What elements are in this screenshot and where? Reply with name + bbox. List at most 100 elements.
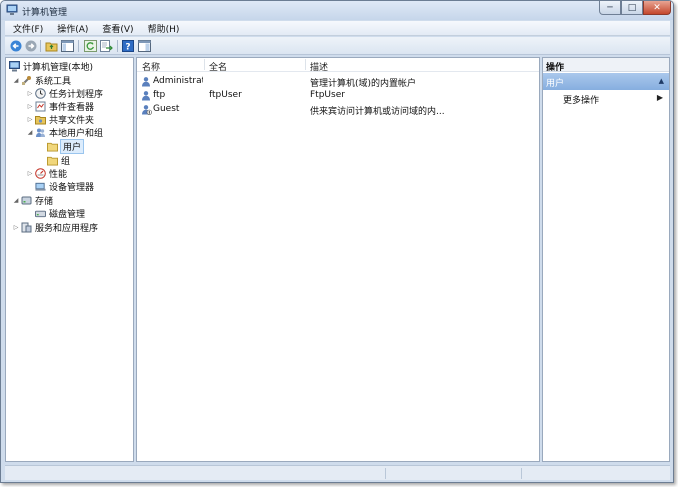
export-icon[interactable] xyxy=(99,39,113,53)
toolbar-separator xyxy=(117,40,118,52)
disk-icon xyxy=(35,208,46,219)
maximize-button[interactable]: □ xyxy=(621,1,643,15)
shared-folder-icon xyxy=(35,114,46,125)
up-folder-icon[interactable] xyxy=(44,39,58,53)
expand-arrow-icon[interactable]: ◢ xyxy=(12,77,20,84)
actions-title: 操作 xyxy=(543,58,669,73)
tree-label: 任务计划程序 xyxy=(49,90,104,100)
status-bar-divider xyxy=(521,468,522,479)
collapse-arrow-icon[interactable]: ▷ xyxy=(26,90,34,97)
menu-bar: 文件(F) 操作(A) 查看(V) 帮助(H) xyxy=(5,21,670,36)
tree-item-shared-folders[interactable]: ▷ 共享文件夹 xyxy=(26,113,94,126)
tree-label: 计算机管理(本地) xyxy=(23,63,94,73)
menu-file[interactable]: 文件(F) xyxy=(7,22,49,35)
user-icon xyxy=(141,76,152,90)
computer-management-icon xyxy=(6,4,18,16)
tree-label: 服务和应用程序 xyxy=(35,224,99,234)
tree-label: 事件查看器 xyxy=(49,103,95,113)
tree-item-services-apps[interactable]: ▷ 服务和应用程序 xyxy=(12,221,98,234)
user-description: 供来宾访问计算机或访问域的内... xyxy=(310,107,445,117)
tree-item-event-viewer[interactable]: ▷ 事件查看器 xyxy=(26,100,94,113)
column-divider[interactable] xyxy=(305,59,306,70)
collapse-arrow-icon[interactable]: ▷ xyxy=(12,224,20,231)
tree-label: 组 xyxy=(61,157,71,167)
folder-icon xyxy=(47,155,58,166)
user-description: FtpUser xyxy=(310,90,345,100)
console-tree-pane[interactable]: 计算机管理(本地) ◢ 系统工具 ▷ 任务计划程序 ▷ 事件查看器 ▷ 共享文件… xyxy=(5,57,134,462)
tree-label: 共享文件夹 xyxy=(49,116,95,126)
minimize-button[interactable]: ─ xyxy=(599,1,621,15)
toolbar: ? xyxy=(5,37,670,55)
device-manager-icon xyxy=(35,181,46,192)
expand-arrow-icon[interactable]: ◢ xyxy=(12,197,20,204)
menu-help[interactable]: 帮助(H) xyxy=(142,22,186,35)
user-name: ftp xyxy=(153,90,166,100)
tree-item-storage[interactable]: ◢ 存储 xyxy=(12,194,53,207)
menu-view[interactable]: 查看(V) xyxy=(96,22,139,35)
close-button[interactable]: ✕ xyxy=(643,1,671,15)
event-log-icon xyxy=(35,101,46,112)
more-actions-item[interactable]: 更多操作 ▶ xyxy=(563,93,663,106)
list-item[interactable]: Administrat... 管理计算机(域)的内置帐户 xyxy=(137,75,539,90)
user-name: Guest xyxy=(153,104,180,114)
column-header-description[interactable]: 描述 xyxy=(310,60,328,73)
status-bar xyxy=(5,465,670,480)
tree-item-task-scheduler[interactable]: ▷ 任务计划程序 xyxy=(26,87,103,100)
clock-icon xyxy=(35,88,46,99)
tree-item-users[interactable]: 用户 xyxy=(46,139,85,154)
tree-label: 系统工具 xyxy=(35,77,72,87)
user-icon xyxy=(141,90,152,104)
submenu-arrow-icon: ▶ xyxy=(656,93,663,102)
column-header-name[interactable]: 名称 xyxy=(142,60,160,73)
help-icon[interactable]: ? xyxy=(121,39,135,53)
window-title: 计算机管理 xyxy=(22,8,68,18)
title-bar[interactable]: 计算机管理 ─ □ ✕ xyxy=(1,1,673,20)
tree-label: 设备管理器 xyxy=(49,183,95,193)
tree-item-disk-management[interactable]: 磁盘管理 xyxy=(34,207,85,220)
computer-management-window: 计算机管理 ─ □ ✕ 文件(F) 操作(A) 查看(V) 帮助(H) ? 计算… xyxy=(0,0,674,483)
tree-label: 用户 xyxy=(59,139,85,154)
performance-icon xyxy=(35,168,46,179)
tree-label: 存储 xyxy=(35,197,54,207)
svg-text:?: ? xyxy=(125,43,130,53)
toolbar-separator xyxy=(78,40,79,52)
user-name: Administrat... xyxy=(153,76,203,86)
column-divider[interactable] xyxy=(204,59,205,70)
user-fullname: ftpUser xyxy=(209,90,242,100)
actions-pane: 操作 用户 ▲ 更多操作 ▶ xyxy=(542,57,670,462)
tools-icon xyxy=(21,75,32,86)
actions-section-label: 用户 xyxy=(546,79,565,89)
user-description: 管理计算机(域)的内置帐户 xyxy=(310,79,417,89)
list-item[interactable]: ftp ftpUser FtpUser xyxy=(137,89,539,102)
tree-item-system-tools[interactable]: ◢ 系统工具 xyxy=(12,74,71,87)
back-arrow-icon[interactable] xyxy=(9,39,23,53)
tree-item-device-manager[interactable]: 设备管理器 xyxy=(34,180,94,193)
user-disabled-icon xyxy=(141,104,152,118)
collapse-arrow-icon[interactable]: ▷ xyxy=(26,103,34,110)
users-list-pane[interactable]: 名称 全名 描述 Administrat... 管理计算机(域)的内置帐户 ft… xyxy=(136,57,540,462)
show-hide-tree-icon[interactable] xyxy=(60,39,74,53)
actions-section-users[interactable]: 用户 ▲ xyxy=(543,73,669,90)
toolbar-separator xyxy=(40,40,41,52)
expand-arrow-icon[interactable]: ◢ xyxy=(26,129,34,136)
tree-item-local-users-groups[interactable]: ◢ 本地用户和组 xyxy=(26,126,103,139)
tree-label: 本地用户和组 xyxy=(49,129,104,139)
forward-arrow-icon[interactable] xyxy=(24,39,38,53)
storage-icon xyxy=(21,195,32,206)
list-item[interactable]: Guest 供来宾访问计算机或访问域的内... xyxy=(137,103,539,118)
column-header-fullname[interactable]: 全名 xyxy=(209,60,227,73)
collapse-up-icon[interactable]: ▲ xyxy=(659,77,664,85)
more-actions-label: 更多操作 xyxy=(563,96,600,106)
status-bar-divider xyxy=(385,468,386,479)
tree-item-groups[interactable]: 组 xyxy=(46,154,70,167)
menu-action[interactable]: 操作(A) xyxy=(51,22,94,35)
folder-icon xyxy=(47,141,58,152)
refresh-icon[interactable] xyxy=(83,39,97,53)
collapse-arrow-icon[interactable]: ▷ xyxy=(26,116,34,123)
tree-label: 性能 xyxy=(49,170,68,180)
tree-item-performance[interactable]: ▷ 性能 xyxy=(26,167,67,180)
tree-item-root[interactable]: 计算机管理(本地) xyxy=(8,60,93,73)
users-group-icon xyxy=(35,127,46,138)
properties-icon[interactable] xyxy=(137,39,151,53)
collapse-arrow-icon[interactable]: ▷ xyxy=(26,170,34,177)
